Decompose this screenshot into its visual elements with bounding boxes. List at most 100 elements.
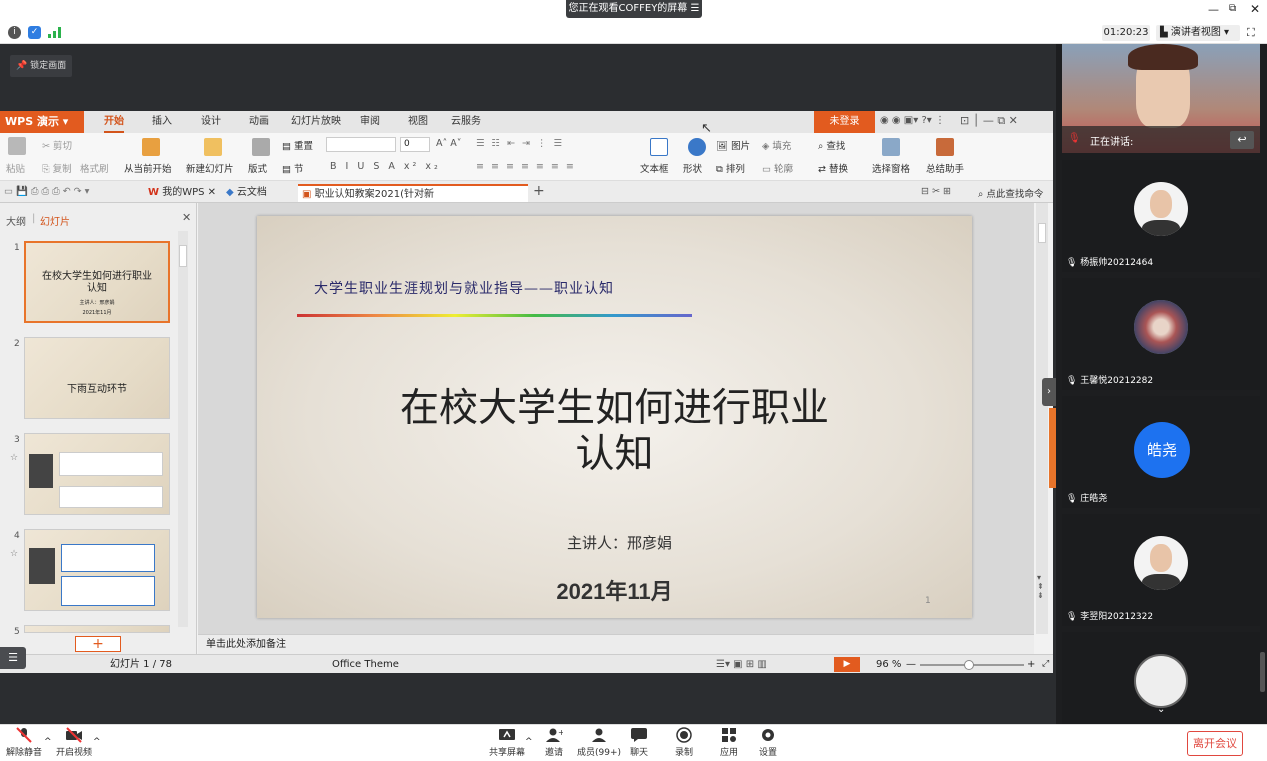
chat-button[interactable]: 聊天 bbox=[630, 727, 648, 758]
minimize-icon[interactable]: — bbox=[1208, 3, 1219, 16]
tab-my-wps[interactable]: W 我的WPS ✕ bbox=[144, 184, 220, 202]
cut-button[interactable]: ✂ 剪切 bbox=[42, 138, 72, 152]
arrange-button[interactable]: ⧉ 排列 bbox=[716, 161, 745, 175]
window-controls-icon[interactable]: ⊡ │ — ⧉ ✕ bbox=[960, 114, 1018, 128]
slide-thumb-4[interactable] bbox=[24, 529, 170, 611]
layout-icon[interactable] bbox=[252, 138, 270, 156]
login-button[interactable]: 未登录 bbox=[814, 111, 875, 133]
tab-tools-icons[interactable]: ⊟ ✂ ⊞ bbox=[921, 186, 951, 197]
menu-design[interactable]: 设计 bbox=[201, 111, 221, 133]
editor-scrollbar[interactable]: ▾ ⇞ ⇟ bbox=[1036, 203, 1048, 634]
menu-insert[interactable]: 插入 bbox=[152, 111, 172, 133]
invite-button[interactable]: + 邀请 bbox=[545, 727, 563, 758]
tab-slides[interactable]: 幻灯片 bbox=[40, 213, 70, 228]
wps-logo-button[interactable]: WPS 演示 ▾ bbox=[0, 111, 84, 133]
zoom-handle[interactable] bbox=[964, 660, 974, 670]
share-screen-button[interactable]: 共享屏幕 bbox=[489, 727, 525, 758]
restore-icon[interactable]: ⧉ bbox=[1229, 3, 1236, 14]
zoom-in-icon[interactable]: + bbox=[1027, 655, 1035, 674]
reset-button[interactable]: ▤ 重置 bbox=[282, 138, 313, 152]
zoom-slider[interactable] bbox=[920, 660, 1024, 670]
lock-screen-button[interactable]: 📌 锁定画面 bbox=[10, 55, 72, 77]
leave-meeting-button[interactable]: 离开会议 bbox=[1187, 731, 1243, 756]
shape-button[interactable]: 形状 bbox=[683, 161, 702, 175]
fill-button[interactable]: ◈ 填充 bbox=[762, 138, 791, 152]
fit-icon[interactable]: ⤢ bbox=[1042, 655, 1049, 674]
quick-access-icons[interactable]: ▭ 💾 ⎙ ⎙ ⎙ ↶ ↷ ▾ bbox=[4, 186, 89, 197]
slide-thumb-3[interactable] bbox=[24, 433, 170, 515]
find-button[interactable]: ⌕ 查找 bbox=[818, 138, 845, 152]
panel-scrollbar[interactable] bbox=[178, 231, 188, 627]
tab-current-doc[interactable]: ▣ 职业认知教案2021(针对新生)20211128.pptx ✕ bbox=[298, 184, 528, 218]
slide-thumb-1[interactable]: 在校大学生如何进行职业认知 主讲人：邢彦娟 2021年11月 bbox=[24, 241, 170, 323]
close-panel-icon[interactable]: ✕ bbox=[182, 211, 191, 224]
apps-button[interactable]: 应用 bbox=[720, 727, 738, 758]
picture-button[interactable]: 🖼 图片 bbox=[716, 138, 750, 152]
outline-button[interactable]: ▭ 轮廓 bbox=[762, 161, 793, 175]
font-grow-icon[interactable]: A˄ A˅ bbox=[436, 138, 462, 149]
textbox-icon[interactable] bbox=[650, 138, 668, 156]
new-slide-button[interactable]: 新建幻灯片 bbox=[186, 161, 234, 175]
paste-label[interactable]: 粘贴 bbox=[6, 161, 25, 175]
signal-icon[interactable] bbox=[48, 27, 62, 38]
zoom-out-icon[interactable]: — bbox=[906, 655, 916, 674]
menu-cloud[interactable]: 云服务 bbox=[451, 111, 481, 133]
screen-share-banner[interactable]: 您正在观看COFFEY的屏幕 ☰ bbox=[566, 0, 702, 18]
tab-outline[interactable]: 大纲 bbox=[6, 213, 26, 228]
slideshow-icon[interactable] bbox=[142, 138, 160, 156]
new-tab-icon[interactable]: + bbox=[533, 183, 545, 199]
paragraph-icons[interactable]: ☰ ☷ ⇤ ⇥ ⋮ ☰ bbox=[476, 138, 564, 149]
menu-animation[interactable]: 动画 bbox=[249, 111, 269, 133]
layout-button[interactable]: 版式 bbox=[248, 161, 267, 175]
textbox-button[interactable]: 文本框 bbox=[640, 161, 669, 175]
font-style-icons[interactable]: B I U S A x² x₂ bbox=[330, 161, 441, 172]
slide-thumb-2[interactable]: 下雨互动环节 bbox=[24, 337, 170, 419]
slide-thumb-5[interactable] bbox=[24, 625, 170, 633]
align-icons[interactable]: ≡ ≡ ≡ ≡ ≡ ≡ ≡ bbox=[476, 161, 576, 172]
members-button[interactable]: 成员(99+) bbox=[577, 727, 621, 758]
list-icon[interactable]: ☰ bbox=[0, 647, 26, 669]
start-video-button[interactable]: 开启视频 bbox=[56, 727, 92, 758]
participant-tile[interactable]: 🎙 王馨悦20212282 bbox=[1062, 278, 1260, 390]
summary-button[interactable]: 总结助手 bbox=[926, 161, 964, 175]
chevron-up-icon[interactable]: ^ bbox=[93, 737, 101, 747]
view-mode-dropdown[interactable]: ▙ 演讲者视图 ▾ bbox=[1156, 25, 1240, 41]
play-button[interactable]: ▶ bbox=[834, 657, 860, 672]
from-current-button[interactable]: 从当前开始 bbox=[124, 161, 172, 175]
pin-icon[interactable]: ↩ bbox=[1230, 131, 1254, 149]
chevron-up-icon[interactable]: ^ bbox=[44, 737, 52, 747]
collapse-sidebar-icon[interactable]: › bbox=[1042, 378, 1056, 406]
participant-tile[interactable]: 🎙 李翌阳20212322 bbox=[1062, 514, 1260, 626]
shape-icon[interactable] bbox=[688, 138, 706, 156]
search-command[interactable]: ⌕ 点此查找命令 bbox=[978, 186, 1043, 200]
current-slide[interactable]: 大学生职业生涯规划与就业指导——职业认知 在校大学生如何进行职业 认知 主讲人：… bbox=[257, 216, 972, 618]
view-buttons[interactable]: ☰▾ ▣ ⊞ ▥ bbox=[716, 655, 767, 674]
add-slide-button[interactable]: + bbox=[75, 636, 121, 652]
font-name-input[interactable] bbox=[326, 137, 396, 152]
menu-home[interactable]: 开始 bbox=[104, 111, 124, 133]
menu-view[interactable]: 视图 bbox=[408, 111, 428, 133]
unmute-button[interactable]: 解除静音 bbox=[6, 727, 42, 758]
panel-scroll-thumb[interactable] bbox=[179, 245, 187, 267]
info-icon[interactable]: i bbox=[8, 26, 21, 39]
section-button[interactable]: ▤ 节 bbox=[282, 161, 304, 175]
select-pane-icon[interactable] bbox=[882, 138, 900, 156]
participant-tile[interactable]: ⌄ bbox=[1062, 632, 1260, 724]
menu-review[interactable]: 审阅 bbox=[360, 111, 380, 133]
close-icon[interactable]: ✕ bbox=[1250, 2, 1260, 16]
replace-button[interactable]: ⇄ 替换 bbox=[818, 161, 848, 175]
select-pane-button[interactable]: 选择窗格 bbox=[872, 161, 910, 175]
tab-cloud-docs[interactable]: ◆ 云文档 bbox=[222, 184, 271, 202]
paste-icon[interactable] bbox=[8, 137, 26, 155]
format-painter-label[interactable]: 格式刷 bbox=[80, 161, 109, 175]
scroll-arrows-icon[interactable]: ▾ ⇞ ⇟ bbox=[1037, 573, 1044, 600]
settings-button[interactable]: 设置 bbox=[759, 727, 777, 758]
menu-slideshow[interactable]: 幻灯片放映 bbox=[291, 111, 341, 133]
new-slide-icon[interactable] bbox=[204, 138, 222, 156]
shield-icon[interactable]: ✓ bbox=[28, 26, 41, 39]
font-size-input[interactable]: 0 bbox=[400, 137, 430, 152]
notes-area[interactable]: 单击此处添加备注 bbox=[198, 634, 1034, 654]
skin-icon[interactable]: ◉ ◉ ▣▾ ?▾ ⋮ bbox=[880, 115, 945, 126]
sidebar-scrollbar[interactable] bbox=[1260, 652, 1265, 692]
fullscreen-icon[interactable]: ⛶ bbox=[1247, 26, 1255, 40]
